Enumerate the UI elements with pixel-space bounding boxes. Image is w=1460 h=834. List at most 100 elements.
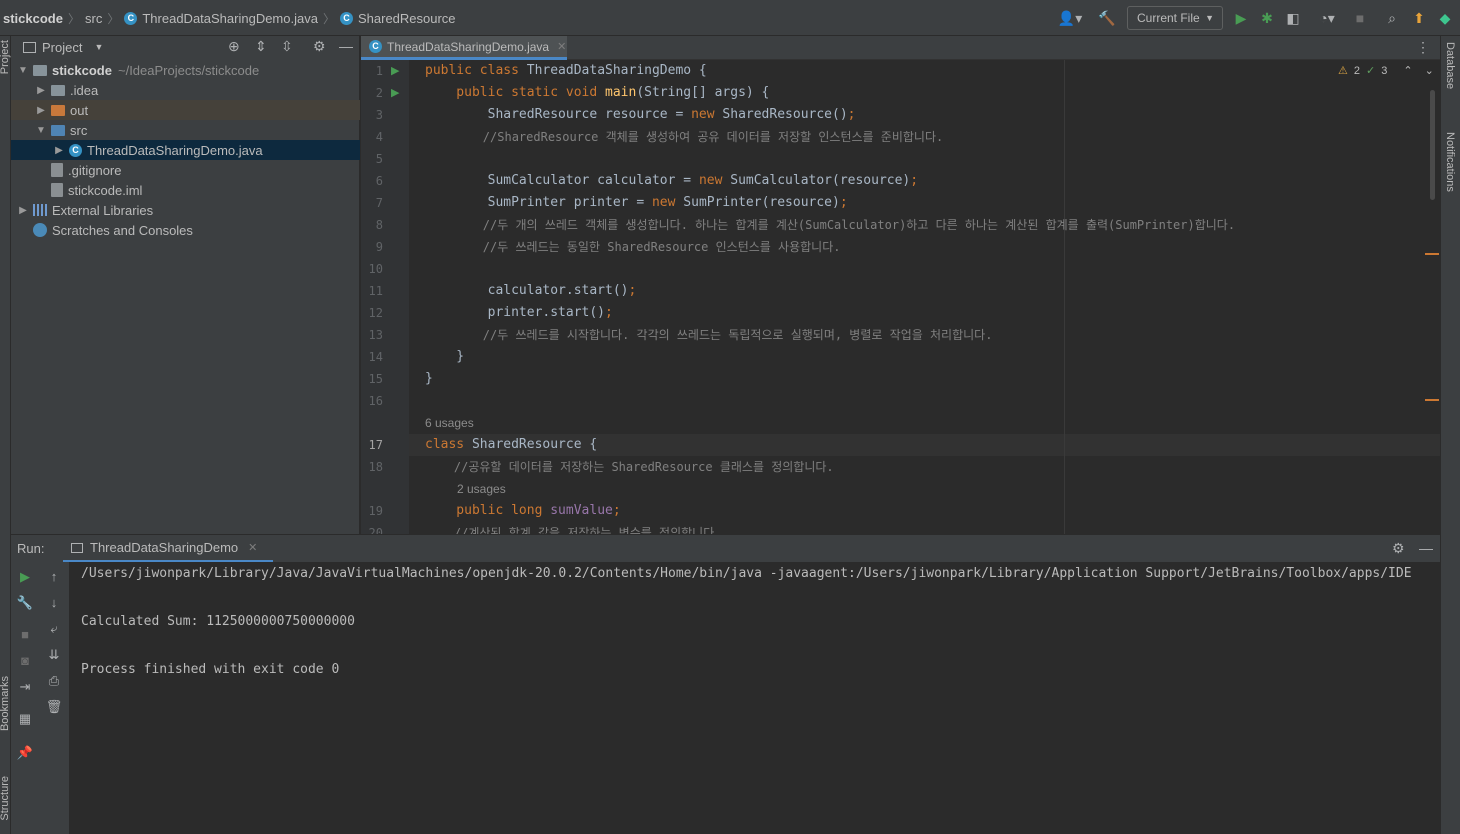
check-icon: ✓ [1366,65,1376,77]
code-line-8: //두 개의 쓰레드 객체를 생성합니다. 하나는 합계를 계산(SumCalc… [425,218,1236,232]
print-icon[interactable]: ⎙ [45,673,63,689]
camera-icon[interactable]: ◙ [16,653,34,668]
tree-item-src[interactable]: ▼ src [11,120,360,140]
scroll-to-end-icon[interactable]: ⇊ [45,647,63,663]
project-view-select[interactable]: Project [42,40,82,55]
expand-all-icon[interactable]: ⇕ [255,38,267,55]
tree-item-label: stickcode [52,62,112,78]
class-icon: C [369,40,382,53]
code-line-11: calculator.start(); [425,283,637,298]
chevron-right-icon[interactable]: ▶ [35,105,47,116]
line-number: 19 [368,504,383,518]
minimize-icon[interactable]: — [339,38,353,54]
pin-icon[interactable]: 📌 [16,745,34,761]
code-line-9: //두 쓰레드는 동일한 SharedResource 인스턴스를 사용합니다. [425,240,841,254]
database-tool-button[interactable]: Database [1444,42,1456,89]
usages-hint[interactable]: 2 usages [457,478,506,500]
breadcrumb-src[interactable]: src [85,11,102,26]
chevron-up-icon[interactable]: ⌃ [1403,64,1412,77]
collapse-all-icon[interactable]: ⇳ [281,38,293,55]
class-icon: C [339,11,353,25]
error-stripe-mark[interactable] [1425,399,1439,401]
code-line-12: printer.start(); [425,305,613,320]
code-line-6: SumCalculator calculator = new SumCalcul… [425,173,919,188]
breadcrumb-symbol[interactable]: SharedResource [358,11,456,26]
exit-icon[interactable]: ⇥ [16,679,34,695]
structure-tool-button[interactable]: Structure [0,776,11,821]
layout-icon[interactable]: ▦ [16,711,34,727]
soft-wrap-icon[interactable]: ⤶ [45,621,63,637]
chevron-right-icon[interactable]: ▶ [53,145,65,156]
left-tool-stripe: Project Bookmarks Structure [0,36,11,834]
search-icon[interactable]: ⌕ [1383,9,1401,27]
line-number: 5 [375,152,383,166]
run-toolbar: ▶ ↑ 🔧 ↓ ■ ⤶ ◙ ⇊ ⇥ ⎙ ▦ 🗑 📌 [11,562,69,834]
tree-item-threaddatasharingdemo[interactable]: ▶ C ThreadDataSharingDemo.java [11,140,360,160]
line-number: 14 [368,350,383,364]
chevron-down-icon[interactable]: ⌄ [1425,64,1434,77]
run-gutter-icon[interactable]: ▶ [391,82,399,104]
run-tab-threaddatasharingdemo[interactable]: ThreadDataSharingDemo ✕ [63,535,273,563]
inspection-widget[interactable]: ⚠ 2 ✓ 3 ⌃ ⌄ [1338,64,1434,78]
coverage-icon[interactable]: ◧ [1284,9,1302,27]
console-output[interactable]: /Users/jiwonpark/Library/Java/JavaVirtua… [69,562,1440,834]
more-options-icon[interactable]: ⋮ [1416,39,1430,56]
console-line: Process finished with exit code 0 [81,662,340,677]
build-hammer-icon[interactable]: 🔨 [1098,9,1116,27]
arrow-up-icon[interactable]: ↑ [45,569,63,584]
code-editor[interactable]: ⚠ 2 ✓ 3 ⌃ ⌄ public class ThreadDataShari… [409,60,1440,534]
line-number: 10 [368,262,383,276]
close-icon[interactable]: ✕ [557,40,566,53]
breadcrumb-file[interactable]: ThreadDataSharingDemo.java [142,11,318,26]
locate-icon[interactable]: ⊕ [228,38,240,55]
tree-item-external-libraries[interactable]: ▶ External Libraries [11,200,360,220]
gear-icon[interactable]: ⚙ [313,38,326,55]
stop-icon[interactable]: ■ [1351,9,1369,27]
arrow-down-icon[interactable]: ↓ [45,595,63,610]
tree-item-stickcode[interactable]: ▼ stickcode ~/IdeaProjects/stickcode [11,60,360,80]
update-icon[interactable]: ⬆ [1410,9,1428,27]
chevron-down-icon[interactable]: ▼ [94,42,103,52]
tree-item-scratches[interactable]: Scratches and Consoles [11,220,360,240]
chevron-right-icon[interactable]: ▶ [35,85,47,96]
tree-item-out[interactable]: ▶ out [11,100,360,120]
breadcrumb-project[interactable]: stickcode [3,11,63,26]
chevron-down-icon[interactable]: ▼ [35,125,47,136]
minimize-icon[interactable]: — [1419,540,1433,556]
tree-item-path: ~/IdeaProjects/stickcode [117,62,260,78]
run-icon[interactable]: ▶ [1232,9,1250,27]
trash-icon[interactable]: 🗑 [45,699,63,715]
debug-icon[interactable]: ✱ [1258,9,1276,27]
chevron-right-icon[interactable]: ▶ [17,205,29,216]
close-icon[interactable]: ✕ [248,541,257,554]
error-stripe-mark[interactable] [1425,253,1439,255]
tree-item-label: External Libraries [52,202,154,218]
run-configuration-select[interactable]: Current File ▼ [1127,6,1223,30]
project-tool-button[interactable]: Project [0,40,11,74]
wrench-icon[interactable]: 🔧 [16,595,34,611]
bookmarks-tool-button[interactable]: Bookmarks [0,676,11,731]
breadcrumb: stickcode 〉 src 〉 C ThreadDataSharingDem… [3,0,456,36]
usages-hint[interactable]: 6 usages [425,412,474,434]
tree-item-stickcode-iml[interactable]: stickcode.iml [11,180,360,200]
tree-item-idea[interactable]: ▶ .idea [11,80,360,100]
run-panel-label: Run: [17,541,45,556]
line-number-current: 17 [368,438,383,452]
editor-tab-threaddatasharingdemo[interactable]: C ThreadDataSharingDemo.java ✕ [361,36,567,60]
stop-icon[interactable]: ■ [16,627,34,642]
editor-scrollbar[interactable] [1430,90,1435,200]
notifications-tool-button[interactable]: Notifications [1444,132,1456,192]
tree-item-gitignore[interactable]: .gitignore [11,160,360,180]
profile-icon[interactable]: ◔▾ [1310,9,1344,27]
right-margin-guide [1064,60,1065,534]
user-icon[interactable]: 👤▾ [1057,9,1083,27]
project-view-icon [23,41,36,53]
gear-icon[interactable]: ⚙ [1392,540,1405,557]
rerun-icon[interactable]: ▶ [16,569,34,585]
chevron-down-icon[interactable]: ▼ [17,65,29,76]
tree-item-label: .gitignore [68,162,122,178]
chevron-down-icon: ▼ [1205,13,1214,23]
run-gutter-icon[interactable]: ▶ [391,60,399,82]
jetbrains-toolbox-icon[interactable]: ◆ [1436,9,1454,27]
line-number: 8 [375,218,383,232]
